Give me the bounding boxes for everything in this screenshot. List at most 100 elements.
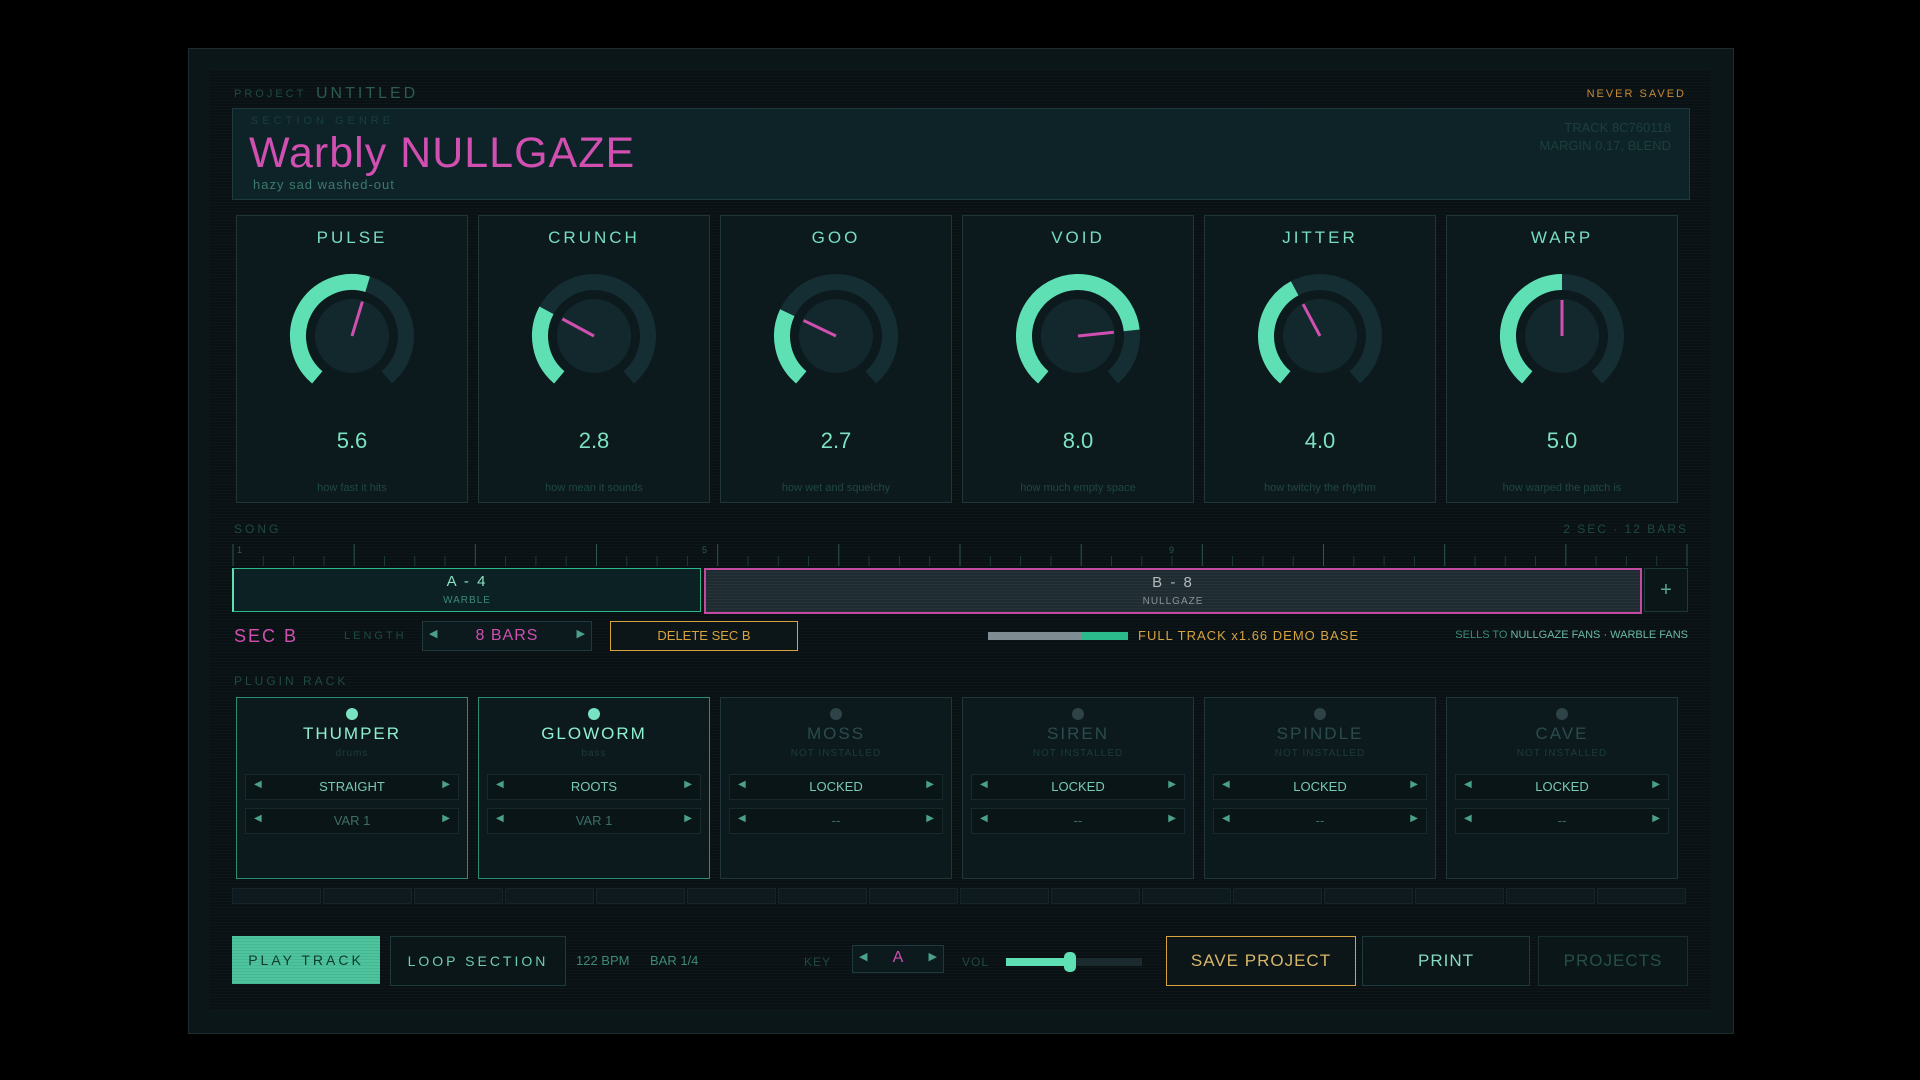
warp-knob[interactable] — [1482, 256, 1642, 416]
sells-to: SELLS TO NULLGAZE FANS · WARBLE FANS — [1455, 629, 1688, 641]
projects-button[interactable]: PROJECTS — [1538, 936, 1688, 986]
save-project-button[interactable]: SAVE PROJECT — [1166, 936, 1356, 986]
arrow-right-icon[interactable]: ▶ — [577, 627, 585, 640]
status-led-icon — [1314, 708, 1326, 720]
knob-description: how twitchy the rhythm — [1264, 482, 1376, 494]
genre-name: Warbly NULLGAZE — [249, 129, 636, 177]
arrow-right-icon[interactable]: ▶ — [1168, 779, 1176, 790]
plugin-type: NOT INSTALLED — [790, 748, 882, 759]
full-track-multiplier: FULL TRACK x1.66 DEMO BASE — [1138, 628, 1360, 643]
arrow-right-icon[interactable]: ▶ — [684, 813, 692, 824]
arrow-right-icon[interactable]: ▶ — [1652, 779, 1660, 790]
project-name[interactable]: UNTITLED — [316, 85, 418, 103]
goo-knob[interactable] — [756, 256, 916, 416]
knob-value: 5.0 — [1546, 428, 1578, 453]
knob-label: PULSE — [316, 228, 388, 247]
variant-value: -- — [831, 813, 841, 828]
key-selector: ◀ A ▶ — [852, 945, 944, 973]
knob-label: JITTER — [1282, 228, 1358, 247]
plugin-type: NOT INSTALLED — [1032, 748, 1124, 759]
plugin-cave[interactable]: CAVE NOT INSTALLED ◀ LOCKED ▶ ◀ -- ▶ — [1446, 697, 1678, 879]
plugin-spindle[interactable]: SPINDLE NOT INSTALLED ◀ LOCKED ▶ ◀ -- ▶ — [1204, 697, 1436, 879]
plugin-name: CAVE — [1535, 724, 1589, 743]
play-track-button[interactable]: PLAY TRACK — [232, 936, 380, 984]
arrow-right-icon[interactable]: ▶ — [1410, 813, 1418, 824]
status-led-icon — [830, 708, 842, 720]
section-title: B - 8 — [1152, 574, 1194, 591]
add-section-button[interactable]: + — [1644, 568, 1688, 612]
knob-description: how fast it hits — [317, 482, 387, 494]
plugin-name: SPINDLE — [1276, 724, 1364, 743]
loop-section-button[interactable]: LOOP SECTION — [390, 936, 566, 986]
plugin-gloworm[interactable]: GLOWORM bass ◀ ROOTS ▶ ◀ VAR 1 ▶ — [478, 697, 710, 879]
step-sequencer-bar — [232, 888, 1688, 904]
arrow-right-icon[interactable]: ▶ — [442, 813, 450, 824]
knob-card-jitter: JITTER 4.0 how twitchy the rhythm — [1204, 215, 1436, 503]
arrow-right-icon[interactable]: ▶ — [926, 813, 934, 824]
variant-selector: ◀ VAR 1 ▶ — [487, 808, 701, 834]
track-meter — [988, 632, 1128, 640]
style-selector: ◀ LOCKED ▶ — [1455, 774, 1669, 800]
timeline-ruler[interactable]: 1 5 9 — [232, 542, 1688, 566]
arrow-right-icon[interactable]: ▶ — [442, 779, 450, 790]
plugin-moss[interactable]: MOSS NOT INSTALLED ◀ LOCKED ▶ ◀ -- ▶ — [720, 697, 952, 879]
crunch-knob[interactable] — [514, 256, 674, 416]
step-cell — [1142, 888, 1231, 904]
plugin-type: drums — [335, 748, 369, 759]
arrow-right-icon[interactable]: ▶ — [1652, 813, 1660, 824]
style-value: LOCKED — [1051, 779, 1105, 794]
section-block-a[interactable]: A - 4 WARBLE — [232, 568, 701, 612]
step-cell — [232, 888, 321, 904]
status-led-icon — [1556, 708, 1568, 720]
genre-panel: SECTION GENRE Warbly NULLGAZE hazy sad w… — [232, 108, 1690, 200]
step-cell — [1506, 888, 1595, 904]
step-cell — [1051, 888, 1140, 904]
plugin-name: MOSS — [806, 724, 866, 743]
arrow-right-icon[interactable]: ▶ — [929, 950, 937, 963]
jitter-knob[interactable] — [1240, 256, 1400, 416]
knob-card-crunch: CRUNCH 2.8 how mean it sounds — [478, 215, 710, 503]
arrow-right-icon[interactable]: ▶ — [1410, 779, 1418, 790]
status-led-icon — [588, 708, 600, 720]
bpm-readout: 122 BPM — [576, 953, 630, 968]
knob-label: VOID — [1051, 228, 1105, 247]
status-led-icon — [1072, 708, 1084, 720]
ruler-mark: 9 — [1169, 545, 1174, 555]
volume-slider[interactable] — [1006, 952, 1142, 972]
knob-description: how mean it sounds — [545, 482, 643, 494]
length-value: 8 BARS — [475, 627, 539, 644]
project-label: PROJECT — [234, 88, 307, 100]
void-knob[interactable] — [998, 256, 1158, 416]
print-button[interactable]: PRINT — [1362, 936, 1530, 986]
arrow-right-icon[interactable]: ▶ — [684, 779, 692, 790]
knob-description: how wet and squelchy — [781, 482, 891, 494]
ruler-mark: 5 — [702, 545, 707, 555]
length-label: LENGTH — [344, 630, 407, 642]
step-cell — [778, 888, 867, 904]
knob-value: 2.8 — [578, 428, 610, 453]
variant-selector: ◀ -- ▶ — [1213, 808, 1427, 834]
step-cell — [323, 888, 412, 904]
plugin-siren[interactable]: SIREN NOT INSTALLED ◀ LOCKED ▶ ◀ -- ▶ — [962, 697, 1194, 879]
variant-selector: ◀ -- ▶ — [729, 808, 943, 834]
plugin-type: NOT INSTALLED — [1516, 748, 1608, 759]
arrow-right-icon[interactable]: ▶ — [1168, 813, 1176, 824]
step-cell — [1415, 888, 1504, 904]
length-stepper: ◀ 8 BARS ▶ — [422, 621, 592, 651]
section-block-b[interactable]: B - 8 NULLGAZE — [704, 568, 1642, 614]
volume-handle[interactable] — [1063, 952, 1076, 972]
step-cell — [960, 888, 1049, 904]
plugin-name: GLOWORM — [541, 724, 647, 743]
plugin-thumper[interactable]: THUMPER drums ◀ STRAIGHT ▶ ◀ VAR 1 ▶ — [236, 697, 468, 879]
delete-section-button[interactable]: DELETE SEC B — [610, 621, 798, 651]
knob-value: 8.0 — [1062, 428, 1094, 453]
song-label: SONG — [234, 522, 282, 536]
song-summary: 2 SEC · 12 BARS — [1563, 522, 1688, 536]
plugin-name: SIREN — [1047, 724, 1109, 743]
pulse-knob[interactable] — [272, 256, 432, 416]
knob-value: 2.7 — [820, 428, 852, 453]
knob-fill-arc — [774, 309, 807, 384]
arrow-right-icon[interactable]: ▶ — [926, 779, 934, 790]
variant-selector: ◀ VAR 1 ▶ — [245, 808, 459, 834]
knob-card-pulse: PULSE 5.6 how fast it hits — [236, 215, 468, 503]
